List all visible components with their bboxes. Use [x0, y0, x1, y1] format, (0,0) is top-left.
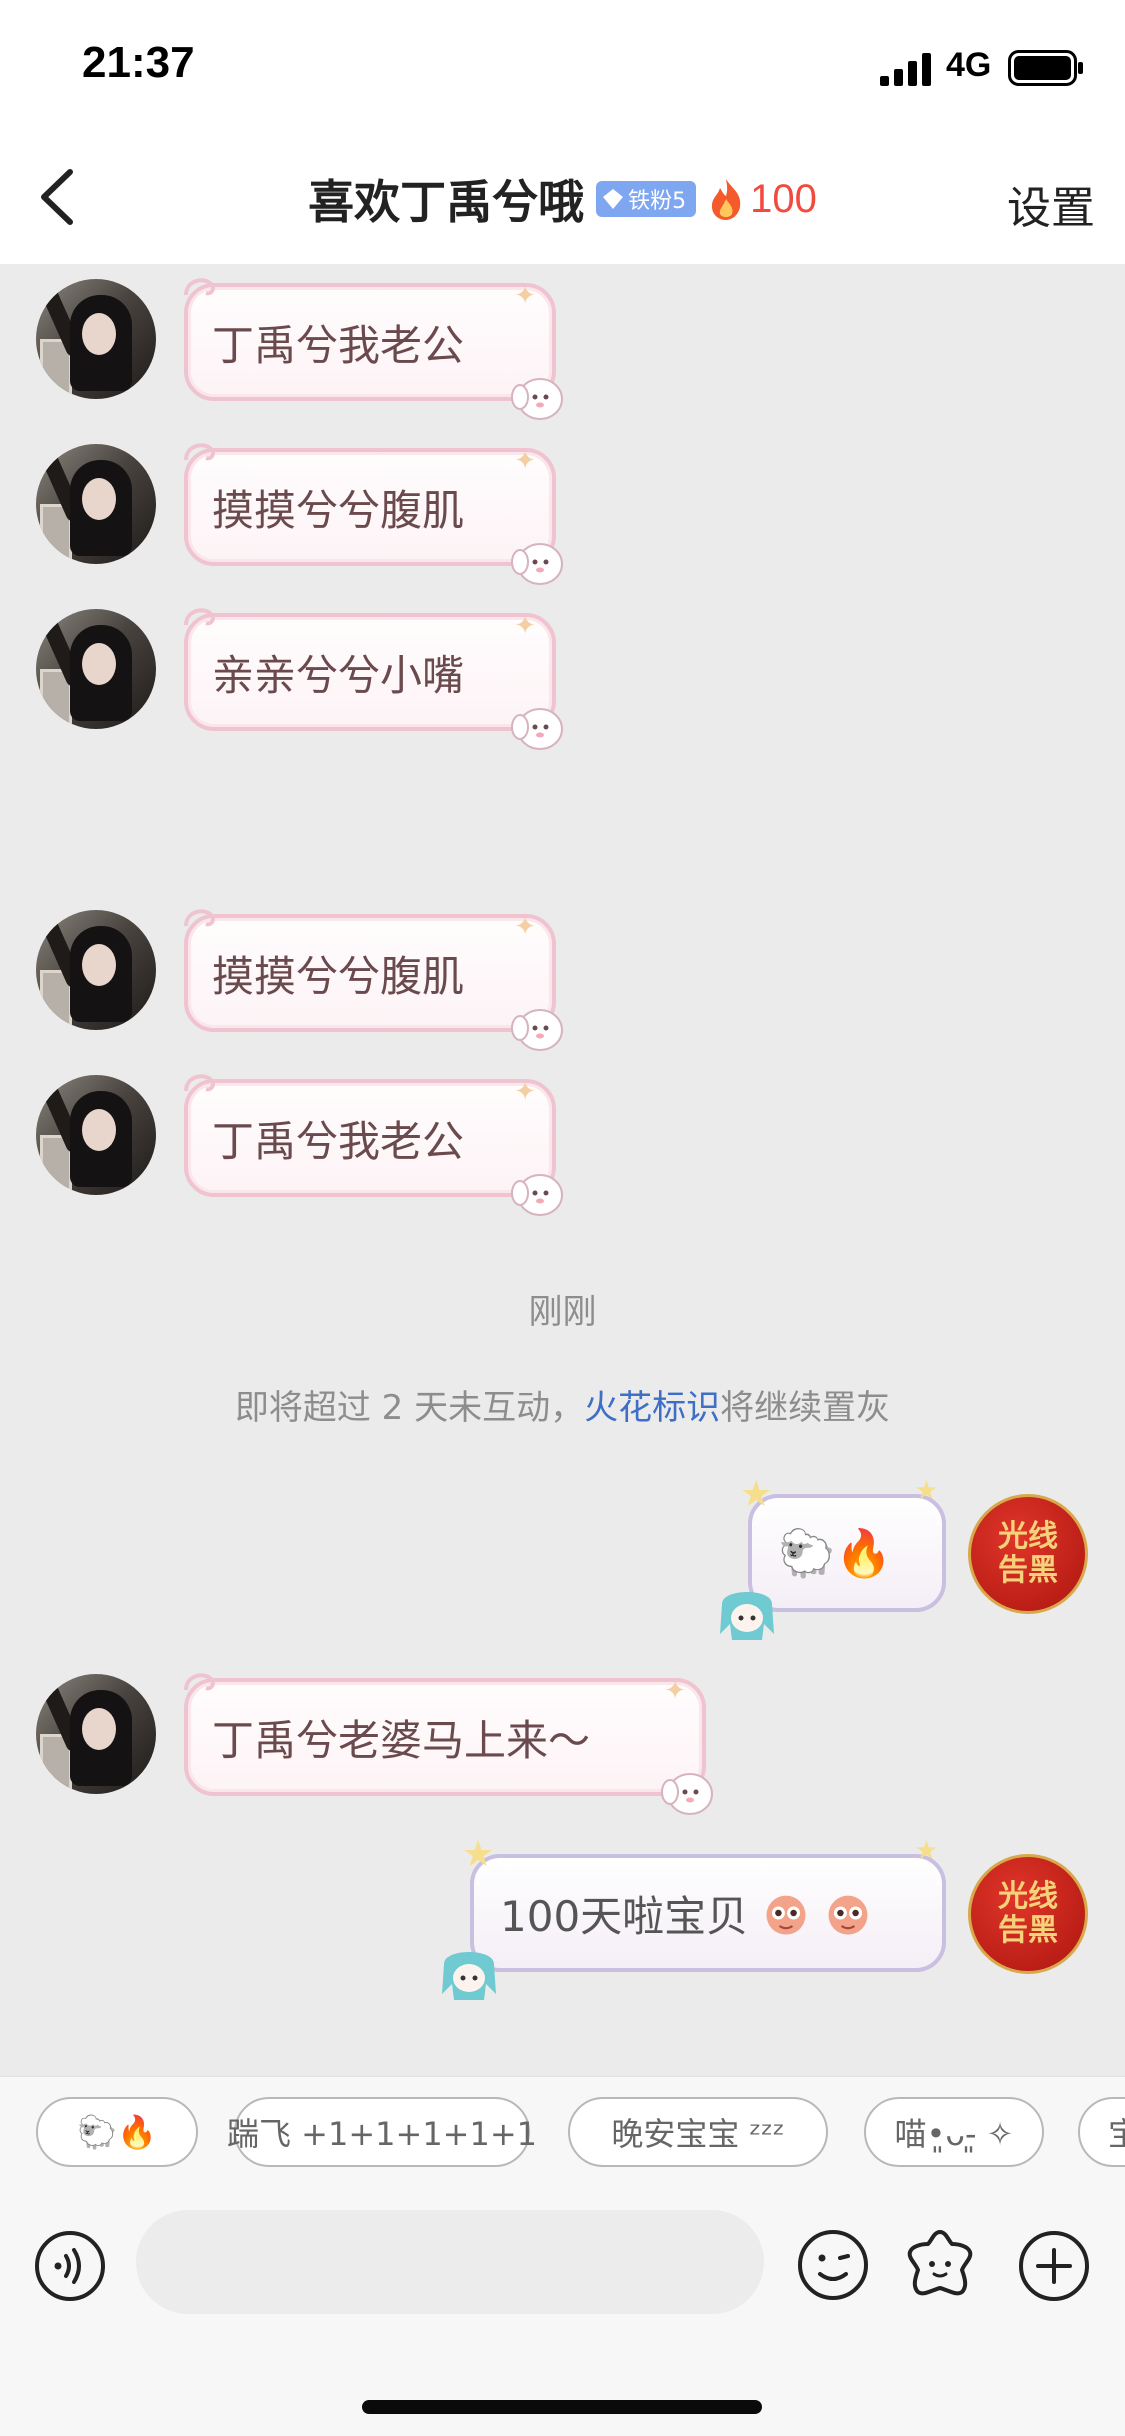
- sparkle-decoration: ✦: [514, 446, 536, 476]
- sparkle-decoration: ✦: [514, 611, 536, 641]
- message-bubble[interactable]: 摸摸兮兮腹肌 ✦: [184, 443, 563, 585]
- message-bubble[interactable]: 丁禹兮我老公 ✦: [184, 1074, 563, 1216]
- puppy-sticker-icon: [511, 543, 563, 585]
- puppy-sticker-icon: [511, 1009, 563, 1051]
- contact-avatar[interactable]: [36, 279, 156, 399]
- message-row: 丁禹兮老婆马上来～ ✦: [0, 1673, 1125, 1815]
- puppy-sticker-icon: [511, 1174, 563, 1216]
- miku-sticker-icon: [720, 1592, 774, 1640]
- message-row: 丁禹兮我老公 ✦: [0, 1074, 1125, 1216]
- self-avatar-text: 光线: [998, 1879, 1058, 1914]
- swirl-decoration: [184, 278, 215, 296]
- notice-text-before: 即将超过 2 天未互动，: [234, 1388, 585, 1428]
- star-decoration: ★: [914, 1476, 938, 1506]
- diamond-icon: [603, 189, 624, 209]
- cute-face-icon: [828, 1895, 868, 1935]
- fan-level-badge[interactable]: 铁粉5: [596, 181, 697, 217]
- home-indicator[interactable]: [362, 2400, 762, 2414]
- quick-reply-bar[interactable]: 🐑🔥 踹飞 +1+1+1+1+1 晚安宝宝 ᶻᶻᶻ 喵•͈ᴗ-͈ ✧ 宝: [0, 2076, 1125, 2187]
- plus-icon[interactable]: [1018, 2230, 1090, 2302]
- sparkle-decoration: ✦: [514, 281, 536, 311]
- message-row: 摸摸兮兮腹肌 ✦: [0, 909, 1125, 1051]
- battery-icon: [1008, 50, 1083, 86]
- message-text: 丁禹兮我老公: [212, 320, 465, 370]
- chat-title[interactable]: 喜欢丁禹兮哦: [308, 166, 584, 232]
- message-text: 亲亲兮兮小嘴: [212, 650, 465, 700]
- puppy-sticker-icon: [661, 1773, 713, 1815]
- my-message-bubble[interactable]: ★ 100天啦宝贝 ★: [442, 1834, 946, 2000]
- quick-reply-chip[interactable]: 踹飞 +1+1+1+1+1: [227, 2097, 537, 2167]
- title-group: 喜欢丁禹兮哦 铁粉5 100: [0, 164, 1125, 234]
- sticker-icon[interactable]: [902, 2226, 978, 2302]
- signal-icon: [880, 53, 931, 86]
- message-bubble[interactable]: 丁禹兮老婆马上来～ ✦: [184, 1673, 713, 1815]
- message-row: ★ 100天啦宝贝 ★ 光线 告黑: [0, 1834, 1125, 2000]
- self-avatar-text: 告黑: [998, 1553, 1058, 1588]
- message-row: 丁禹兮我老公 ✦: [0, 278, 1125, 420]
- sparkle-decoration: ✦: [514, 912, 536, 942]
- cute-face-icon: [766, 1895, 806, 1935]
- system-notice: 即将超过 2 天未互动，火花标识将继续置灰: [0, 1380, 1125, 1429]
- my-message-bubble[interactable]: ★ 🐑🔥 ★: [720, 1474, 946, 1640]
- message-text: 摸摸兮兮腹肌: [212, 951, 465, 1001]
- star-decoration: ★: [740, 1474, 773, 1515]
- message-text: 🐑🔥: [778, 1525, 893, 1580]
- message-row: ★ 🐑🔥 ★ 光线 告黑: [0, 1474, 1125, 1640]
- puppy-sticker-icon: [511, 378, 563, 420]
- emoji-icon[interactable]: [796, 2228, 870, 2302]
- swirl-decoration: [184, 1673, 215, 1691]
- contact-avatar[interactable]: [36, 609, 156, 729]
- notice-text-after: 将继续置灰: [720, 1388, 891, 1428]
- swirl-decoration: [184, 909, 215, 927]
- contact-avatar[interactable]: [36, 444, 156, 564]
- self-avatar[interactable]: 光线 告黑: [968, 1494, 1088, 1614]
- miku-sticker-icon: [442, 1952, 496, 2000]
- nav-bar: 喜欢丁禹兮哦 铁粉5 100 设置: [0, 132, 1125, 264]
- input-bar: [0, 2186, 1125, 2436]
- swirl-decoration: [184, 608, 215, 626]
- swirl-decoration: [184, 1074, 215, 1092]
- sparkle-decoration: ✦: [664, 1676, 686, 1706]
- fire-icon: [712, 179, 741, 220]
- message-text: 丁禹兮我老公: [212, 1116, 465, 1166]
- message-row: 摸摸兮兮腹肌 ✦: [0, 443, 1125, 585]
- settings-button[interactable]: 设置: [1007, 172, 1095, 236]
- network-type: 4G: [946, 46, 992, 84]
- quick-reply-chip[interactable]: 喵•͈ᴗ-͈ ✧: [864, 2097, 1044, 2167]
- status-bar: 21:37 4G: [0, 0, 1125, 132]
- message-text: 100天啦宝贝: [500, 1891, 749, 1941]
- puppy-sticker-icon: [511, 708, 563, 750]
- quick-reply-chip[interactable]: 宝: [1078, 2097, 1125, 2167]
- message-bubble[interactable]: 摸摸兮兮腹肌 ✦: [184, 909, 563, 1051]
- swirl-decoration: [184, 443, 215, 461]
- fan-badge-label: 铁粉5: [628, 189, 687, 214]
- star-decoration: ★: [462, 1834, 495, 1875]
- message-bubble[interactable]: 丁禹兮我老公 ✦: [184, 278, 563, 420]
- spark-badge-link[interactable]: 火花标识: [584, 1388, 720, 1428]
- message-row: 亲亲兮兮小嘴 ✦: [0, 608, 1125, 750]
- star-decoration: ★: [914, 1836, 938, 1866]
- contact-avatar[interactable]: [36, 910, 156, 1030]
- self-avatar[interactable]: 光线 告黑: [968, 1854, 1088, 1974]
- message-text: 丁禹兮老婆马上来～: [212, 1715, 591, 1765]
- contact-avatar[interactable]: [36, 1674, 156, 1794]
- streak-count: 100: [750, 176, 817, 221]
- status-time: 21:37: [82, 38, 195, 87]
- self-avatar-text: 光线: [998, 1519, 1058, 1554]
- message-text: 摸摸兮兮腹肌: [212, 485, 465, 535]
- self-avatar-text: 告黑: [998, 1913, 1058, 1948]
- timestamp: 刚刚: [528, 1292, 597, 1332]
- voice-icon[interactable]: [34, 2230, 106, 2302]
- message-bubble[interactable]: 亲亲兮兮小嘴 ✦: [184, 608, 563, 750]
- message-input[interactable]: [136, 2210, 764, 2314]
- quick-reply-chip[interactable]: 晚安宝宝 ᶻᶻᶻ: [568, 2097, 828, 2167]
- sparkle-decoration: ✦: [514, 1077, 536, 1107]
- contact-avatar[interactable]: [36, 1075, 156, 1195]
- quick-reply-chip[interactable]: 🐑🔥: [36, 2097, 198, 2167]
- chat-area[interactable]: 丁禹兮我老公 ✦ 摸摸兮兮腹肌 ✦ 亲亲兮兮小嘴 ✦ 摸摸兮兮腹肌 ✦ 丁禹兮我…: [0, 264, 1125, 2076]
